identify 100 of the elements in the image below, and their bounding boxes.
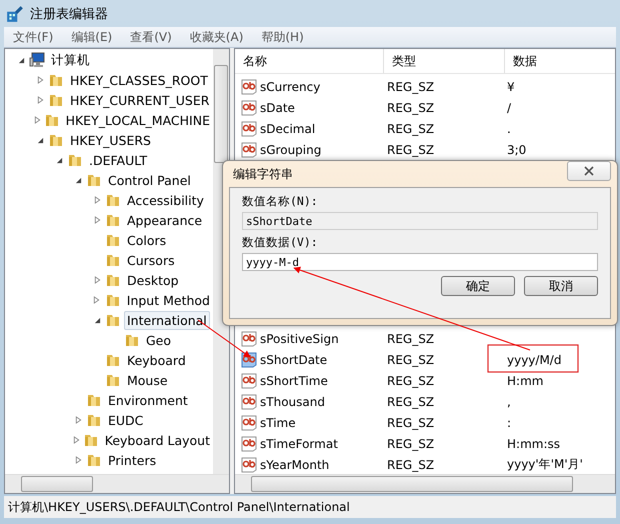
tree-item[interactable]: 计算机 <box>48 50 93 70</box>
column-header[interactable]: 名称 <box>235 49 384 73</box>
value-name[interactable]: sShortTime <box>260 374 328 388</box>
expand-icon[interactable] <box>36 96 44 104</box>
computer-icon <box>29 52 45 68</box>
menu-item[interactable]: 查看(V) <box>121 28 181 46</box>
value-name[interactable]: sGrouping <box>260 142 322 156</box>
value-data: . <box>507 122 511 136</box>
column-header[interactable]: 类型 <box>384 49 505 73</box>
value-name[interactable]: sShortDate <box>260 352 328 366</box>
menu-item[interactable]: 编辑(E) <box>62 28 122 46</box>
tree-item[interactable]: Accessibility <box>124 190 207 210</box>
value-type: REG_SZ <box>387 122 436 136</box>
tree-item[interactable]: .DEFAULT <box>86 150 150 170</box>
value-type: REG_SZ <box>387 394 436 408</box>
close-icon <box>584 166 594 176</box>
registry-icon <box>6 4 24 23</box>
scrollbar[interactable] <box>5 474 229 493</box>
tree-item[interactable]: EUDC <box>105 410 146 430</box>
column-header[interactable]: 数据 <box>505 49 615 73</box>
tree-item[interactable]: HKEY_CURRENT_USER <box>67 90 212 110</box>
expand-icon[interactable] <box>74 416 82 424</box>
tree-item[interactable]: Cursors <box>124 250 178 270</box>
folder-icon <box>67 152 83 168</box>
value-type: REG_SZ <box>387 100 436 114</box>
window-title: 注册表编辑器 <box>30 6 108 23</box>
expand-icon[interactable] <box>36 76 44 84</box>
value-data: : <box>507 416 512 430</box>
folder-icon <box>105 372 121 388</box>
value-name[interactable]: sDate <box>260 100 295 114</box>
tree-item[interactable]: Printers <box>105 450 160 470</box>
expand-icon[interactable] <box>34 116 42 124</box>
tree-item[interactable]: HKEY_LOCAL_MACHINE <box>62 110 213 130</box>
menu-item[interactable]: 帮助(H) <box>252 28 313 46</box>
tree-item[interactable]: Keyboard <box>124 350 189 370</box>
value-name-field[interactable]: sShortDate <box>242 212 598 230</box>
tree-item[interactable]: Desktop <box>124 270 182 290</box>
value-type: REG_SZ <box>387 332 436 346</box>
tree-item[interactable]: Geo <box>143 330 174 350</box>
value-name[interactable]: sTimeFormat <box>260 436 338 450</box>
folder-icon <box>86 172 102 188</box>
folder-icon <box>48 72 64 88</box>
value-type: REG_SZ <box>387 80 436 94</box>
folder-icon <box>86 452 102 468</box>
expand-icon[interactable] <box>93 296 100 304</box>
collapse-icon[interactable] <box>36 136 44 144</box>
expand-icon[interactable] <box>74 456 82 464</box>
dialog-button[interactable]: 取消 <box>524 276 598 296</box>
value-data-field[interactable]: yyyy-M-d <box>242 253 598 271</box>
tree-item[interactable]: Environment <box>105 390 191 410</box>
collapse-icon[interactable] <box>18 56 24 64</box>
collapse-icon[interactable] <box>56 156 62 164</box>
value-name[interactable]: sYearMonth <box>260 458 330 472</box>
collapse-icon[interactable] <box>74 176 82 184</box>
folder-icon <box>105 192 121 208</box>
close-button[interactable] <box>567 161 611 181</box>
folder-icon <box>48 132 64 148</box>
value-data: yyyy'年'M'月' <box>507 456 583 473</box>
expand-icon[interactable] <box>94 196 100 204</box>
value-name[interactable]: sDecimal <box>260 122 316 136</box>
expand-icon[interactable] <box>94 216 100 224</box>
dialog-button[interactable]: 确定 <box>441 276 515 296</box>
value-name[interactable]: sTime <box>260 416 296 430</box>
folder-icon <box>86 392 102 408</box>
value-data: H:mm:ss <box>507 436 560 450</box>
value-type: REG_SZ <box>387 436 436 450</box>
tree-item[interactable]: Mouse <box>124 370 171 390</box>
value-type: REG_SZ <box>387 352 436 366</box>
value-name[interactable]: sThousand <box>260 394 325 408</box>
tree-item[interactable]: International <box>124 310 210 330</box>
value-data: ¥ <box>507 80 515 94</box>
value-type: REG_SZ <box>387 374 436 388</box>
value-name[interactable]: sPositiveSign <box>260 332 339 346</box>
tree-item[interactable]: HKEY_CLASSES_ROOT <box>67 70 211 90</box>
field-label: 数值数据(V): <box>242 235 319 250</box>
field-label: 数值名称(N): <box>242 194 319 209</box>
tree-item[interactable]: HKEY_USERS <box>67 130 154 150</box>
tree-item[interactable]: Input Method <box>124 290 213 310</box>
value-type: REG_SZ <box>387 458 436 472</box>
collapse-icon[interactable] <box>94 316 100 324</box>
value-data: , <box>507 394 511 408</box>
tree-item[interactable]: Control Panel <box>105 170 194 190</box>
value-type: REG_SZ <box>387 416 436 430</box>
expand-icon[interactable] <box>72 436 80 444</box>
folder-icon <box>44 112 60 128</box>
folder-icon <box>105 352 121 368</box>
scrollbar[interactable] <box>235 474 615 493</box>
value-name[interactable]: sCurrency <box>260 80 320 94</box>
tree-item[interactable]: Appearance <box>124 210 206 230</box>
expand-icon[interactable] <box>94 276 100 284</box>
menu-item[interactable]: 文件(F) <box>4 28 62 46</box>
folder-icon <box>105 252 121 268</box>
value-data: 3;0 <box>507 142 526 156</box>
dialog-title: 编辑字符串 <box>233 166 293 182</box>
folder-icon <box>104 292 121 308</box>
menu-item[interactable]: 收藏夹(A) <box>180 28 252 46</box>
tree-item[interactable]: Colors <box>124 230 170 250</box>
tree-item[interactable]: Keyboard Layout <box>102 430 213 450</box>
value-type: REG_SZ <box>387 142 436 156</box>
folder-icon <box>105 312 121 328</box>
